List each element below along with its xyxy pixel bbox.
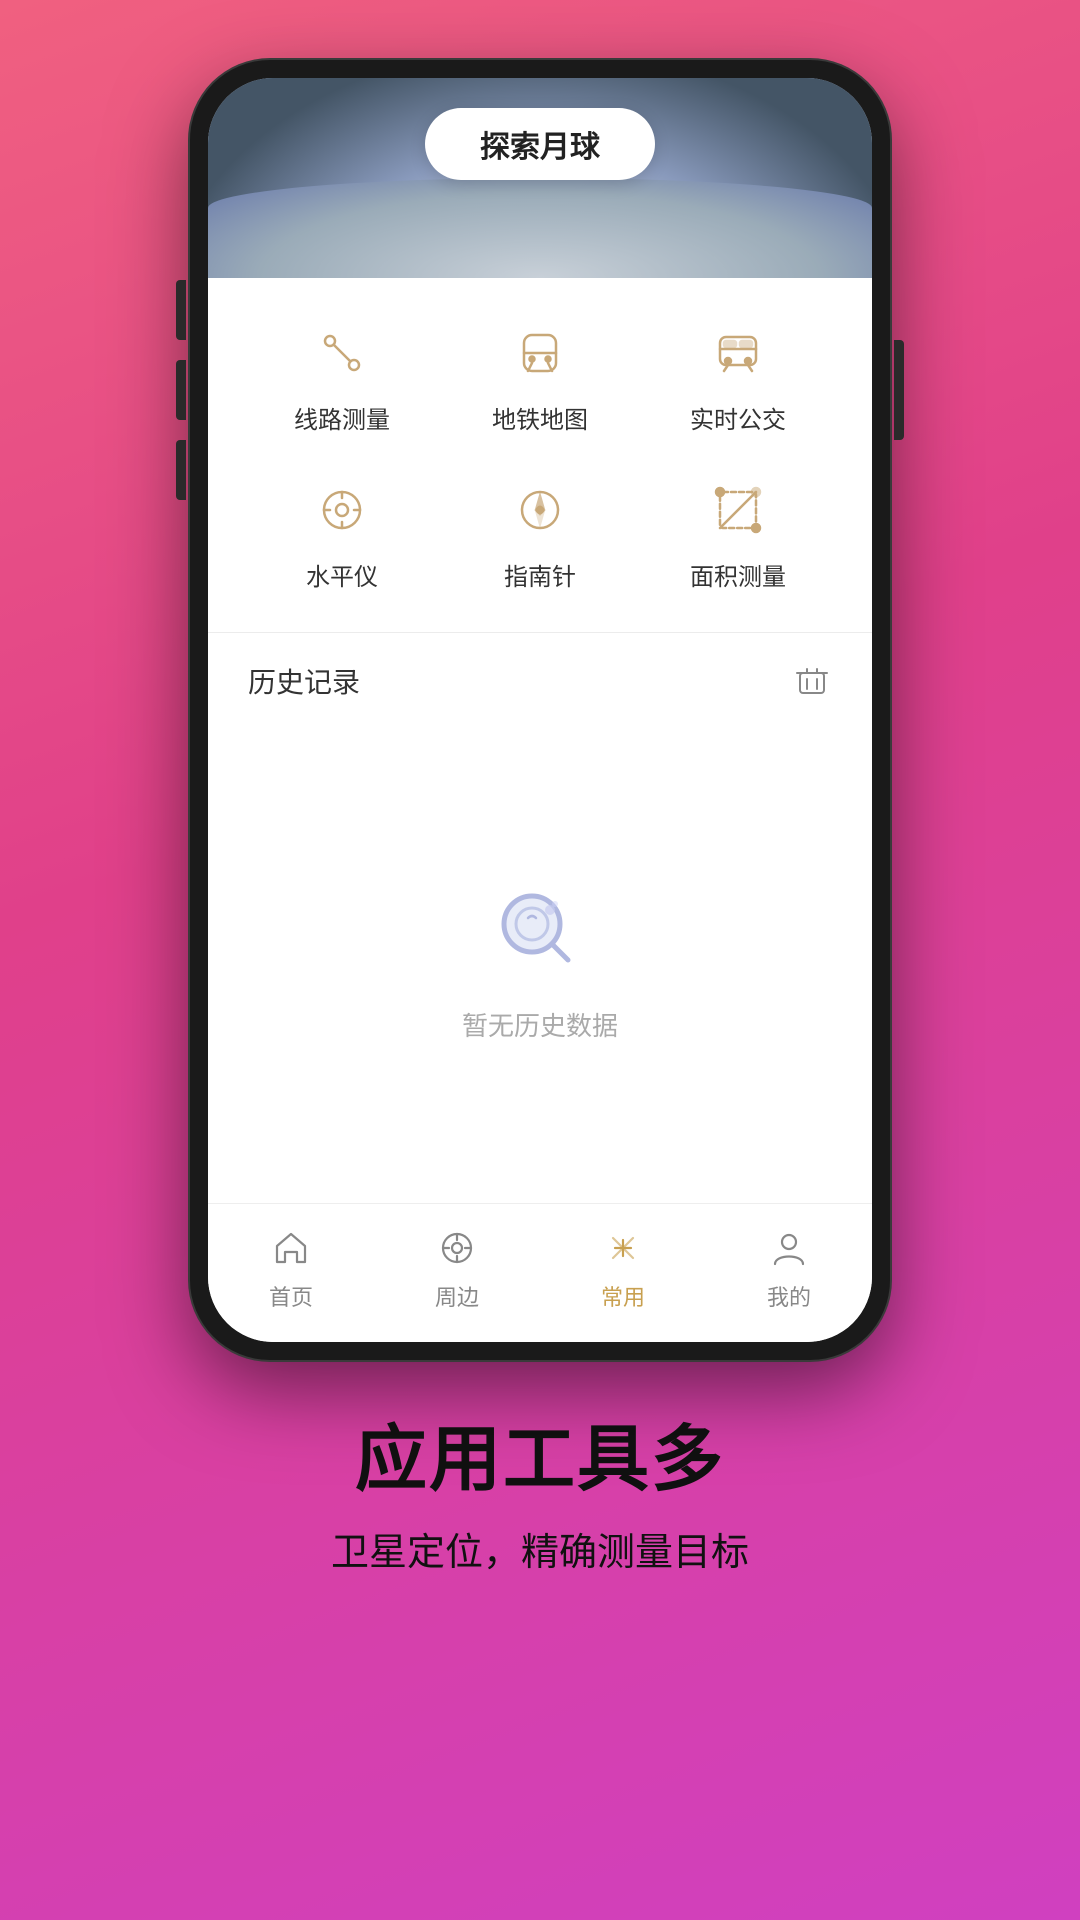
tool-bus-label: 实时公交 (690, 400, 786, 435)
mine-icon (765, 1224, 813, 1272)
tool-subway-label: 地铁地图 (492, 400, 588, 435)
moon-surface (208, 178, 872, 278)
tool-line-measure-label: 线路测量 (294, 400, 390, 435)
common-icon (599, 1224, 647, 1272)
delete-button[interactable] (792, 661, 832, 701)
history-title: 历史记录 (248, 661, 360, 701)
bottom-text: 应用工具多 卫星定位，精确测量目标 (331, 1400, 749, 1576)
tool-realtime-bus[interactable]: 实时公交 (644, 308, 832, 445)
level-icon (307, 475, 377, 545)
tool-area-label: 面积测量 (690, 557, 786, 592)
screen-header: 探索月球 (208, 78, 872, 278)
bus-icon (703, 318, 773, 388)
nav-item-mine[interactable]: 我的 (739, 1224, 839, 1312)
explore-badge: 探索月球 (425, 108, 655, 180)
nav-mine-label: 我的 (767, 1280, 811, 1312)
home-icon (267, 1224, 315, 1272)
tool-level-label: 水平仪 (306, 557, 378, 592)
bottom-nav: 首页 周边 (208, 1203, 872, 1342)
tool-area-measure[interactable]: 面积测量 (644, 465, 832, 602)
bottom-subtitle: 卫星定位，精确测量目标 (331, 1521, 749, 1576)
area-measure-icon (703, 475, 773, 545)
empty-search-icon (490, 882, 590, 982)
history-empty: 暂无历史数据 (208, 721, 872, 1203)
empty-text: 暂无历史数据 (462, 1006, 618, 1043)
tool-line-measure[interactable]: 线路测量 (248, 308, 436, 445)
nav-common-label: 常用 (601, 1280, 645, 1312)
nearby-icon (433, 1224, 481, 1272)
phone-frame: 探索月球 线路测量 (190, 60, 890, 1360)
tools-section: 线路测量 (208, 278, 872, 632)
nav-home-label: 首页 (269, 1280, 313, 1312)
subway-icon (505, 318, 575, 388)
tool-level[interactable]: 水平仪 (248, 465, 436, 602)
history-header: 历史记录 (208, 632, 872, 721)
nav-item-home[interactable]: 首页 (241, 1224, 341, 1312)
tool-compass-label: 指南针 (504, 557, 576, 592)
nav-nearby-label: 周边 (435, 1280, 479, 1312)
phone-wrapper: 探索月球 线路测量 (190, 60, 890, 1360)
line-measure-icon (307, 318, 377, 388)
history-section: 历史记录 (208, 632, 872, 1203)
nav-item-common[interactable]: 常用 (573, 1224, 673, 1312)
nav-item-nearby[interactable]: 周边 (407, 1224, 507, 1312)
tool-compass[interactable]: 指南针 (446, 465, 634, 602)
bottom-title: 应用工具多 (331, 1400, 749, 1505)
tools-grid: 线路测量 (248, 308, 832, 602)
phone-screen: 探索月球 线路测量 (208, 78, 872, 1342)
compass-icon (505, 475, 575, 545)
tool-subway-map[interactable]: 地铁地图 (446, 308, 634, 445)
